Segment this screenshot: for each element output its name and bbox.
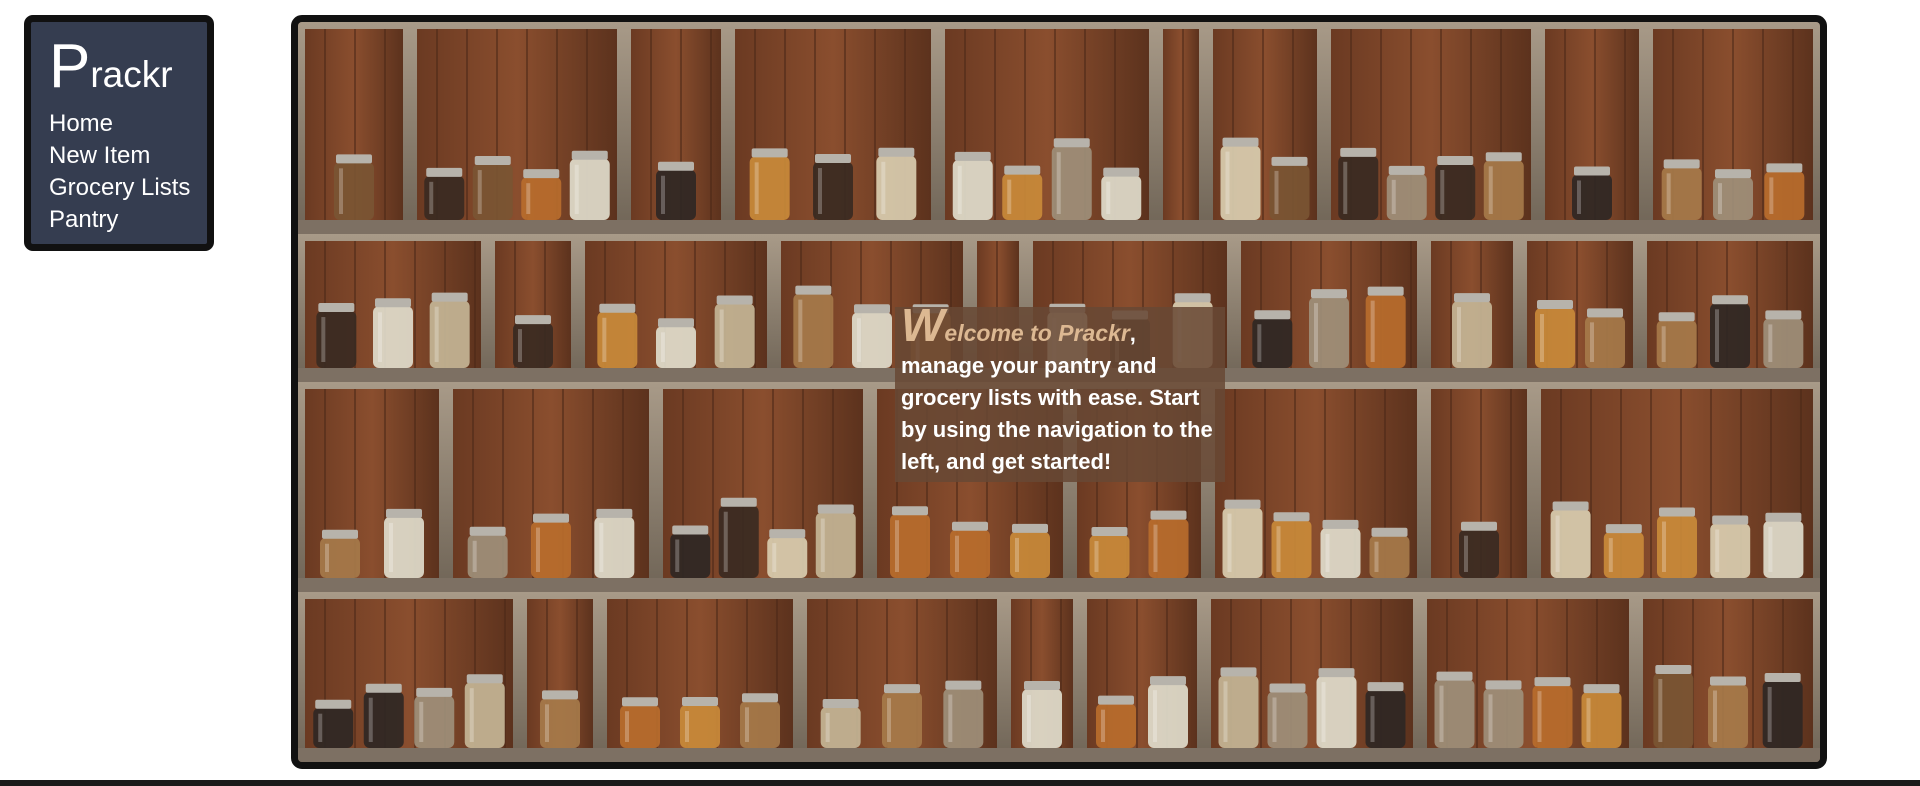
sidebar-nav: Prackr Home New Item Grocery Lists Pantr… [24,15,214,251]
welcome-comma: , [1129,321,1136,346]
app-logo[interactable]: Prackr [49,36,207,98]
bottom-rule [0,780,1920,786]
hero-section: Welcome to Prackr, manage your pantry an… [291,15,1827,769]
nav-pantry[interactable]: Pantry [49,204,207,236]
nav-home[interactable]: Home [49,108,207,140]
logo-initial: P [49,32,91,101]
welcome-message: Welcome to Prackr, manage your pantry an… [895,302,1225,482]
welcome-heading-rest: elcome to Prackr [944,320,1130,346]
nav-grocery-lists[interactable]: Grocery Lists [49,172,207,204]
welcome-initial: W [901,299,945,351]
logo-rest: rackr [90,54,173,95]
welcome-heading: Welcome to Prackr [901,302,1130,348]
nav-new-item[interactable]: New Item [49,140,207,172]
welcome-body: manage your pantry and grocery lists wit… [901,353,1213,474]
